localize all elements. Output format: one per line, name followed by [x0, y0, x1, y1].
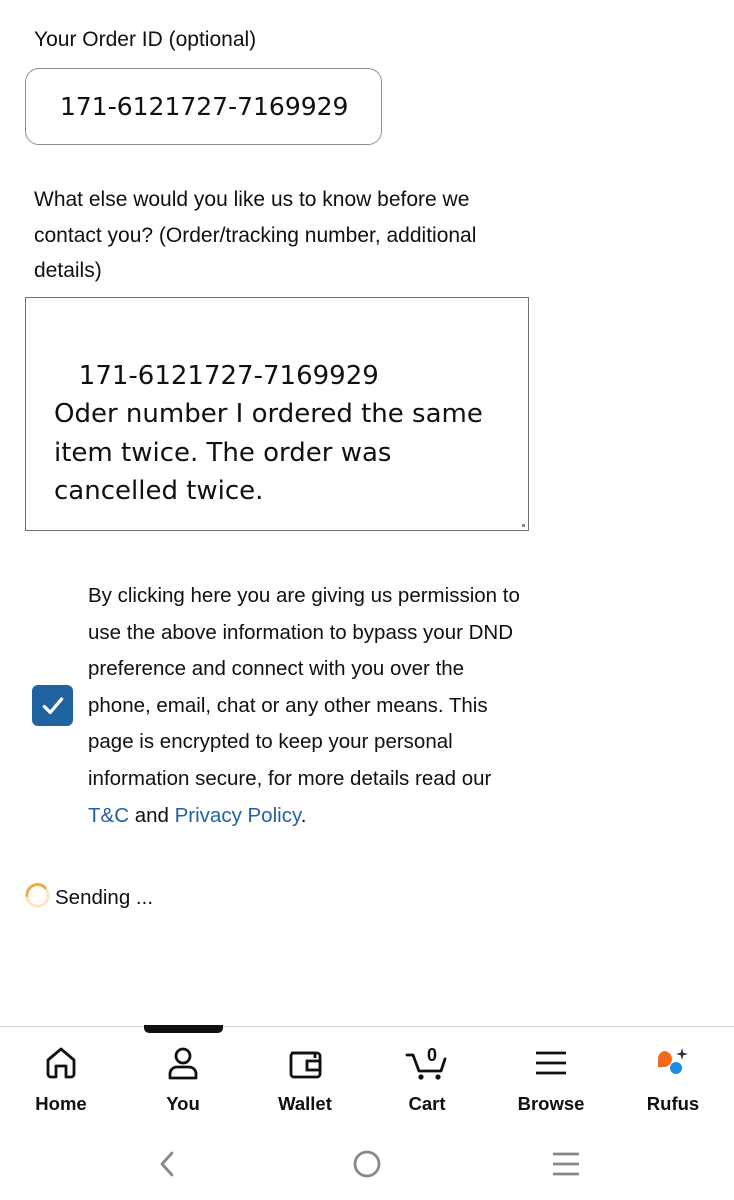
nav-label-home: Home	[35, 1093, 87, 1114]
loading-spinner-icon	[25, 882, 50, 908]
system-nav-bar	[0, 1130, 734, 1200]
checkmark-icon	[42, 696, 63, 714]
order-id-input[interactable]	[25, 68, 382, 145]
consent-text: By clicking here you are giving us permi…	[88, 578, 528, 834]
nav-item-cart[interactable]: 0 Cart	[372, 1045, 482, 1115]
nav-item-browse[interactable]: Browse	[496, 1045, 606, 1115]
consent-end: .	[300, 803, 307, 827]
sending-status: Sending ...	[24, 880, 153, 910]
back-icon[interactable]	[154, 1150, 182, 1178]
consent-checkbox[interactable]	[32, 685, 73, 726]
nav-item-home[interactable]: Home	[6, 1045, 116, 1115]
cart-count: 0	[427, 1045, 437, 1065]
nav-label-wallet: Wallet	[278, 1093, 332, 1114]
nav-item-wallet[interactable]: Wallet	[250, 1045, 360, 1115]
nav-label-you: You	[166, 1093, 200, 1114]
details-text: 171-6121727-7169929 Oder number I ordere…	[54, 360, 483, 507]
nav-item-rufus[interactable]: Rufus	[618, 1045, 728, 1115]
tc-link[interactable]: T&C	[88, 804, 129, 827]
cart-icon: 0	[405, 1045, 447, 1080]
nav-label-cart: Cart	[408, 1093, 446, 1114]
resize-handle[interactable]	[522, 524, 525, 527]
person-icon	[168, 1047, 198, 1080]
sending-text: Sending ...	[55, 886, 154, 909]
recents-icon[interactable]	[551, 1150, 581, 1178]
bottom-nav-bar: Home You Wallet 0 Cart Browse Rufus	[0, 1025, 734, 1130]
nav-label-browse: Browse	[517, 1093, 585, 1114]
rufus-icon	[657, 1048, 688, 1074]
nav-item-you[interactable]: You	[128, 1045, 238, 1115]
menu-icon	[536, 1051, 566, 1075]
details-label: What else would you like us to know befo…	[34, 188, 477, 282]
wallet-icon	[289, 1051, 322, 1079]
home-circle-icon[interactable]	[352, 1150, 382, 1178]
active-tab-indicator	[144, 1025, 223, 1033]
privacy-policy-link[interactable]: Privacy Policy	[175, 804, 301, 827]
details-textarea[interactable]: 171-6121727-7169929 Oder number I ordere…	[25, 297, 529, 531]
order-id-label: Your Order ID (optional)	[34, 28, 257, 51]
consent-and: and	[129, 803, 175, 827]
nav-label-rufus: Rufus	[646, 1093, 700, 1114]
consent-body: By clicking here you are giving us permi…	[88, 584, 520, 790]
home-icon	[46, 1047, 76, 1079]
